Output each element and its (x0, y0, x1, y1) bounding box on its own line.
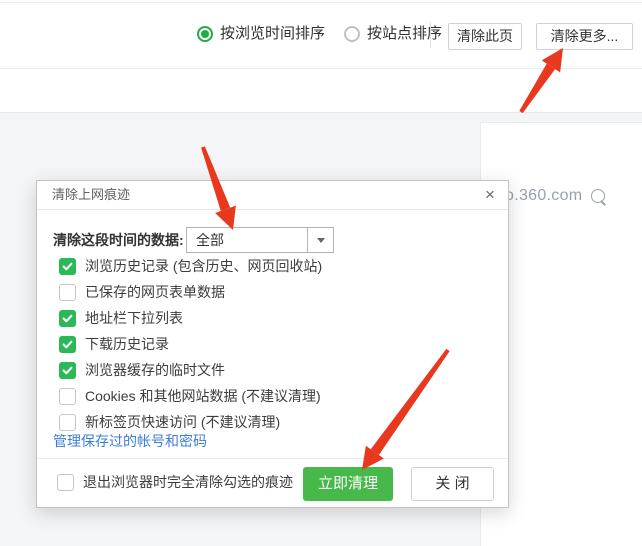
radio-icon (197, 26, 213, 42)
checkbox-label: 浏览器缓存的临时文件 (85, 360, 225, 380)
checkbox-icon (59, 258, 76, 275)
check-icon (62, 339, 73, 350)
toolbar-divider (430, 22, 431, 48)
checkbox-label: 下载历史记录 (85, 334, 169, 354)
footer-divider (37, 458, 508, 459)
time-range-label: 清除这段时间的数据: (53, 227, 184, 253)
checkbox-row[interactable]: 浏览器缓存的临时文件 (59, 361, 508, 379)
close-icon[interactable]: × (480, 181, 500, 209)
clear-this-page-button[interactable]: 清除此页 (448, 23, 522, 50)
checkbox-label: Cookies 和其他网站数据 (不建议清理) (85, 386, 321, 406)
check-icon (62, 365, 73, 376)
top-hairline (0, 2, 642, 3)
clear-traces-dialog: 清除上网痕迹 × 清除这段时间的数据: 全部 浏览历史记录 (包含历史、网页回收… (36, 180, 509, 508)
check-icon (62, 261, 73, 272)
sort-by-site-radio[interactable]: 按站点排序 (344, 26, 442, 42)
screen: 按浏览时间排序 按站点排序 清除此页 清除更多... o.360.com 清除上… (0, 0, 642, 546)
exit-clear-label: 退出浏览器时完全清除勾选的痕迹 (83, 472, 293, 492)
sort-by-time-label: 按浏览时间排序 (220, 26, 325, 42)
sort-by-time-radio[interactable]: 按浏览时间排序 (197, 26, 325, 42)
checkbox-icon (59, 310, 76, 327)
checkbox-icon (59, 336, 76, 353)
time-range-select[interactable]: 全部 (186, 227, 334, 253)
select-arrow-box[interactable] (307, 228, 333, 252)
dialog-titlebar: 清除上网痕迹 × (37, 181, 508, 210)
check-icon (62, 313, 73, 324)
checkbox-label: 已保存的网页表单数据 (85, 282, 225, 302)
checkbox-row[interactable]: 下载历史记录 (59, 335, 508, 353)
checkbox-label: 新标签页快速访问 (不建议清理) (85, 412, 280, 432)
radio-icon (344, 26, 360, 42)
clean-now-button[interactable]: 立即清理 (303, 467, 393, 501)
clear-more-button[interactable]: 清除更多... (536, 23, 633, 50)
checkbox-icon (59, 362, 76, 379)
checkbox-row[interactable]: 浏览历史记录 (包含历史、网页回收站) (59, 257, 508, 275)
background-search-text: o.360.com (505, 187, 582, 205)
close-dialog-button[interactable]: 关 闭 (411, 467, 494, 501)
checkbox-list: 浏览历史记录 (包含历史、网页回收站) 已保存的网页表单数据 地址栏下拉列表 下… (37, 257, 508, 439)
checkbox-row[interactable]: 新标签页快速访问 (不建议清理) (59, 413, 508, 431)
checkbox-label: 地址栏下拉列表 (85, 308, 183, 328)
toolbar-bottom-border (0, 68, 642, 69)
exit-clear-checkbox-row[interactable]: 退出浏览器时完全清除勾选的痕迹 (57, 472, 293, 492)
checkbox-icon (59, 388, 76, 405)
checkbox-row[interactable]: 已保存的网页表单数据 (59, 283, 508, 301)
checkbox-row[interactable]: Cookies 和其他网站数据 (不建议清理) (59, 387, 508, 405)
checkbox-icon (59, 284, 76, 301)
time-range-value: 全部 (196, 228, 224, 252)
manage-passwords-link[interactable]: 管理保存过的帐号和密码 (53, 431, 207, 451)
chevron-down-icon (317, 238, 325, 243)
checkbox-icon (59, 414, 76, 431)
checkbox-row[interactable]: 地址栏下拉列表 (59, 309, 508, 327)
checkbox-label: 浏览历史记录 (包含历史、网页回收站) (85, 256, 322, 276)
dialog-title: 清除上网痕迹 (52, 181, 130, 209)
checkbox-icon (57, 474, 74, 491)
